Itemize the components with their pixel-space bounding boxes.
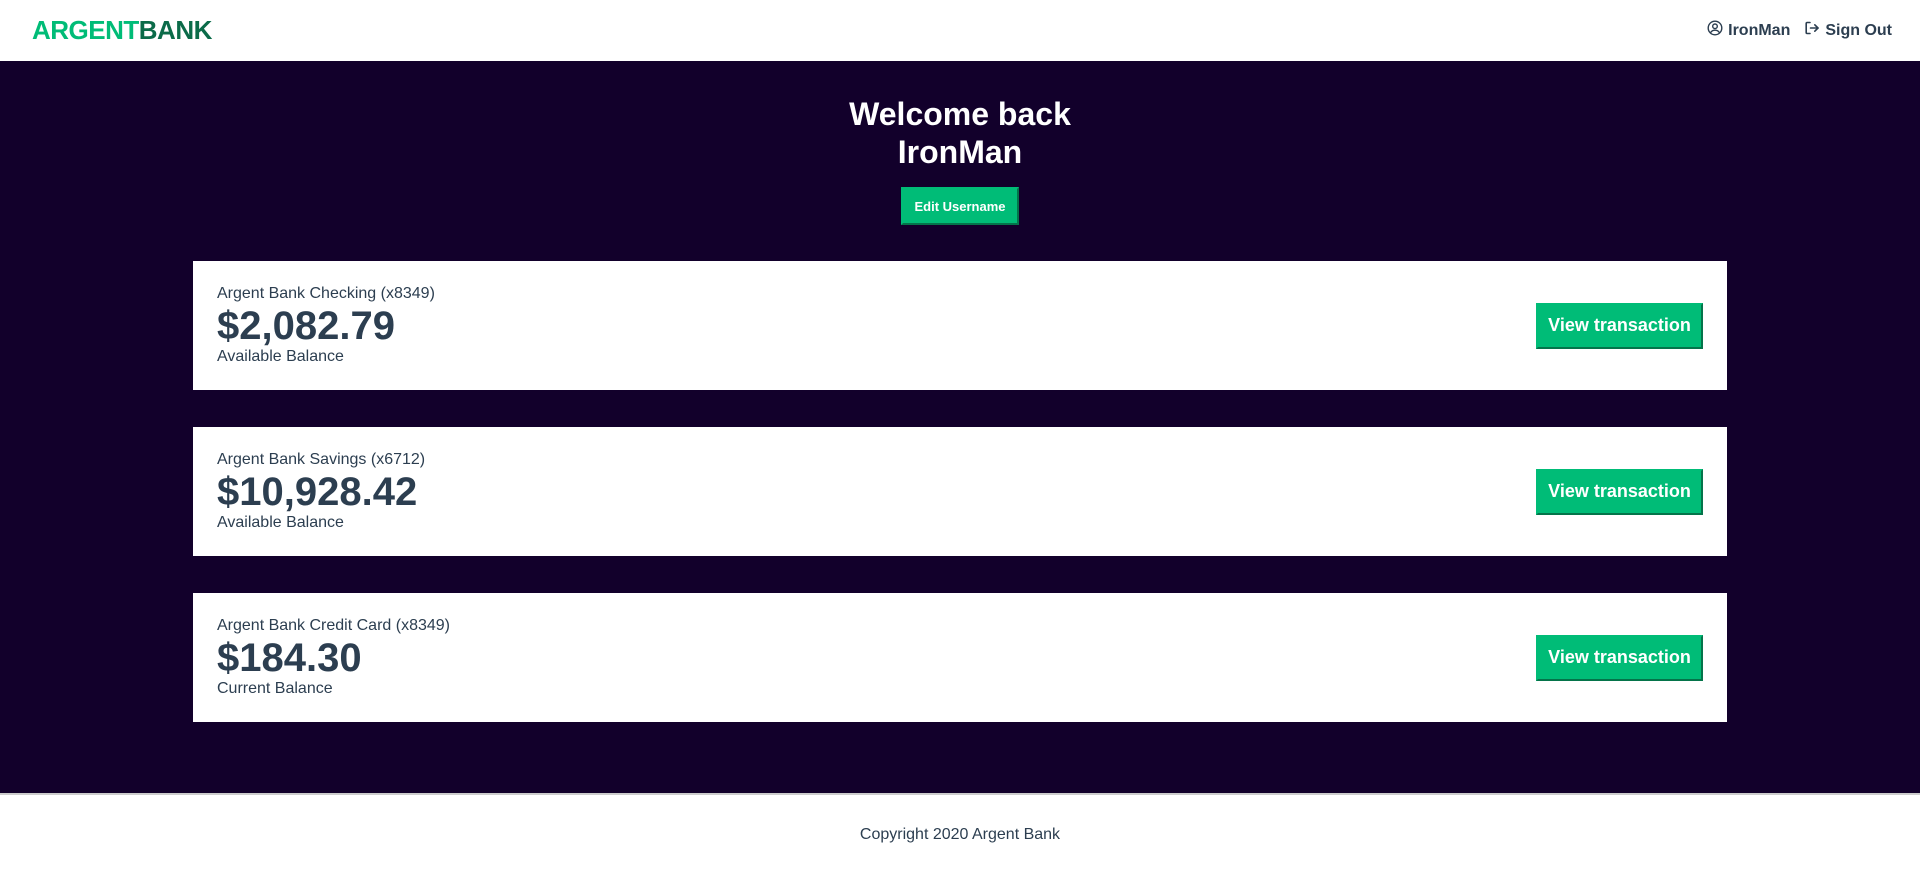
logo-text-bank: BANK bbox=[138, 15, 213, 45]
footer-copyright: Copyright 2020 Argent Bank bbox=[859, 826, 1061, 843]
account-card-savings: Argent Bank Savings (x6712) $10,928.42 A… bbox=[193, 427, 1727, 556]
account-amount: $10,928.42 bbox=[217, 470, 418, 514]
welcome-username: IronMan bbox=[897, 134, 1023, 170]
nav-user-links: IronMan Sign Out bbox=[1707, 20, 1892, 41]
account-title: Argent Bank Checking (x8349) bbox=[217, 285, 435, 302]
account-amount-description: Available Balance bbox=[217, 348, 344, 365]
welcome-header: Welcome back IronMan Edit Username bbox=[0, 95, 1920, 225]
main-content: Welcome back IronMan Edit Username Argen… bbox=[0, 61, 1920, 793]
view-transaction-button[interactable]: View transaction bbox=[1536, 634, 1703, 681]
sign-out-link[interactable]: Sign Out bbox=[1804, 20, 1892, 41]
account-info: Argent Bank Checking (x8349) $2,082.79 A… bbox=[217, 285, 435, 366]
account-amount-description: Current Balance bbox=[217, 680, 333, 697]
logo-text-argent: ARGENT bbox=[32, 15, 139, 45]
accounts-list: Argent Bank Checking (x8349) $2,082.79 A… bbox=[0, 261, 1920, 722]
account-info: Argent Bank Credit Card (x8349) $184.30 … bbox=[217, 617, 450, 698]
account-info: Argent Bank Savings (x6712) $10,928.42 A… bbox=[217, 451, 425, 532]
account-card-credit: Argent Bank Credit Card (x8349) $184.30 … bbox=[193, 593, 1727, 722]
view-transaction-button[interactable]: View transaction bbox=[1536, 468, 1703, 515]
profile-link[interactable]: IronMan bbox=[1707, 20, 1790, 41]
edit-username-button[interactable]: Edit Username bbox=[901, 187, 1019, 225]
sign-out-icon bbox=[1804, 20, 1820, 41]
welcome-greeting: Welcome back bbox=[849, 96, 1071, 132]
welcome-title: Welcome back IronMan bbox=[0, 95, 1920, 171]
account-card-checking: Argent Bank Checking (x8349) $2,082.79 A… bbox=[193, 261, 1727, 390]
argent-bank-logo[interactable]: ARGENT BANK bbox=[32, 15, 212, 46]
view-transaction-button[interactable]: View transaction bbox=[1536, 302, 1703, 349]
account-amount-description: Available Balance bbox=[217, 514, 344, 531]
footer: Copyright 2020 Argent Bank bbox=[0, 793, 1920, 875]
account-amount: $184.30 bbox=[217, 636, 362, 680]
account-title: Argent Bank Credit Card (x8349) bbox=[217, 617, 450, 634]
user-circle-icon bbox=[1707, 20, 1723, 41]
account-title: Argent Bank Savings (x6712) bbox=[217, 451, 426, 468]
profile-username: IronMan bbox=[1728, 21, 1791, 39]
account-amount: $2,082.79 bbox=[217, 304, 395, 348]
sign-out-label: Sign Out bbox=[1825, 21, 1892, 39]
main-nav: ARGENT BANK IronMan Sign Out bbox=[0, 0, 1920, 61]
